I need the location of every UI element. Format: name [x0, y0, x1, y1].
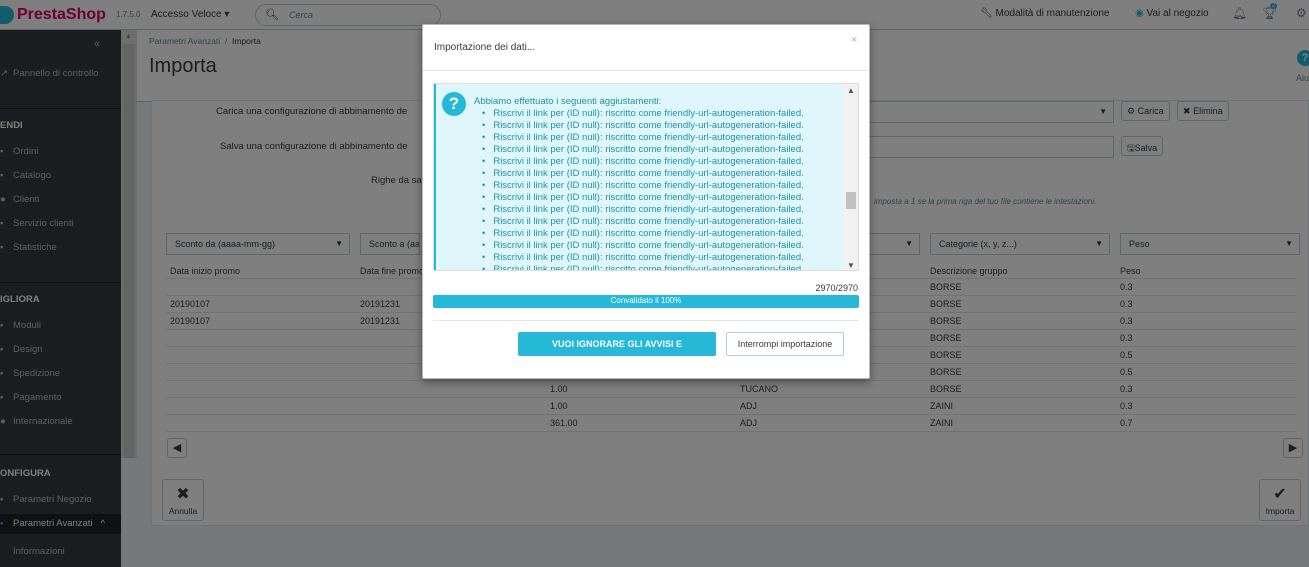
alert-list-item: Riscrivi il link per (ID null): riscritt… — [493, 264, 803, 270]
alert-list-item: Riscrivi il link per (ID null): riscritt… — [493, 252, 803, 264]
scroll-up-arrow-icon[interactable]: ▲ — [847, 86, 855, 95]
alert-list-item: Riscrivi il link per (ID null): riscritt… — [493, 168, 803, 180]
modal-title: Importazione dei dati... — [434, 42, 536, 53]
stop-import-button[interactable]: Interrompi importazione — [726, 332, 844, 356]
import-count: 2970/2970 — [815, 283, 858, 293]
alert-list: Riscrivi il link per (ID null): riscritt… — [493, 108, 803, 270]
import-modal: Importazione dei dati... × ? Abbiamo eff… — [422, 24, 870, 379]
alert-list-item: Riscrivi il link per (ID null): riscritt… — [493, 228, 803, 240]
alert-list-item: Riscrivi il link per (ID null): riscritt… — [493, 120, 803, 132]
modal-scrollbar[interactable]: ▲ ▼ — [843, 84, 858, 270]
alert-heading: Abbiamo effettuato i seguenti aggiustame… — [474, 96, 662, 107]
modal-divider — [433, 320, 859, 321]
alert-list-item: Riscrivi il link per (ID null): riscritt… — [493, 132, 803, 144]
alert-list-item: Riscrivi il link per (ID null): riscritt… — [493, 204, 803, 216]
question-icon: ? — [442, 92, 466, 116]
scrollbar-thumb[interactable] — [846, 192, 856, 209]
alert-list-item: Riscrivi il link per (ID null): riscritt… — [493, 216, 803, 228]
alert-list-item: Riscrivi il link per (ID null): riscritt… — [493, 156, 803, 168]
scroll-down-arrow-icon[interactable]: ▼ — [847, 261, 855, 270]
alert-list-item: Riscrivi il link per (ID null): riscritt… — [493, 144, 803, 156]
close-icon[interactable]: × — [851, 34, 857, 46]
progress-label: Convalidato il 100% — [610, 296, 682, 305]
modal-divider — [423, 70, 869, 71]
alert-list-item: Riscrivi il link per (ID null): riscritt… — [493, 180, 803, 192]
alert-list-item: Riscrivi il link per (ID null): riscritt… — [493, 108, 803, 120]
alert-list-item: Riscrivi il link per (ID null): riscritt… — [493, 240, 803, 252]
info-alert: ? Abbiamo effettuato i seguenti aggiusta… — [434, 84, 843, 270]
alert-list-item: Riscrivi il link per (ID null): riscritt… — [493, 192, 803, 204]
validation-progress-bar: Convalidato il 100% — [433, 295, 859, 308]
ignore-warnings-continue-button[interactable]: VUOI IGNORARE GLI AVVISI E CONTINUARE? — [518, 332, 716, 371]
warnings-scroll-area[interactable]: ? Abbiamo effettuato i seguenti aggiusta… — [433, 83, 859, 271]
